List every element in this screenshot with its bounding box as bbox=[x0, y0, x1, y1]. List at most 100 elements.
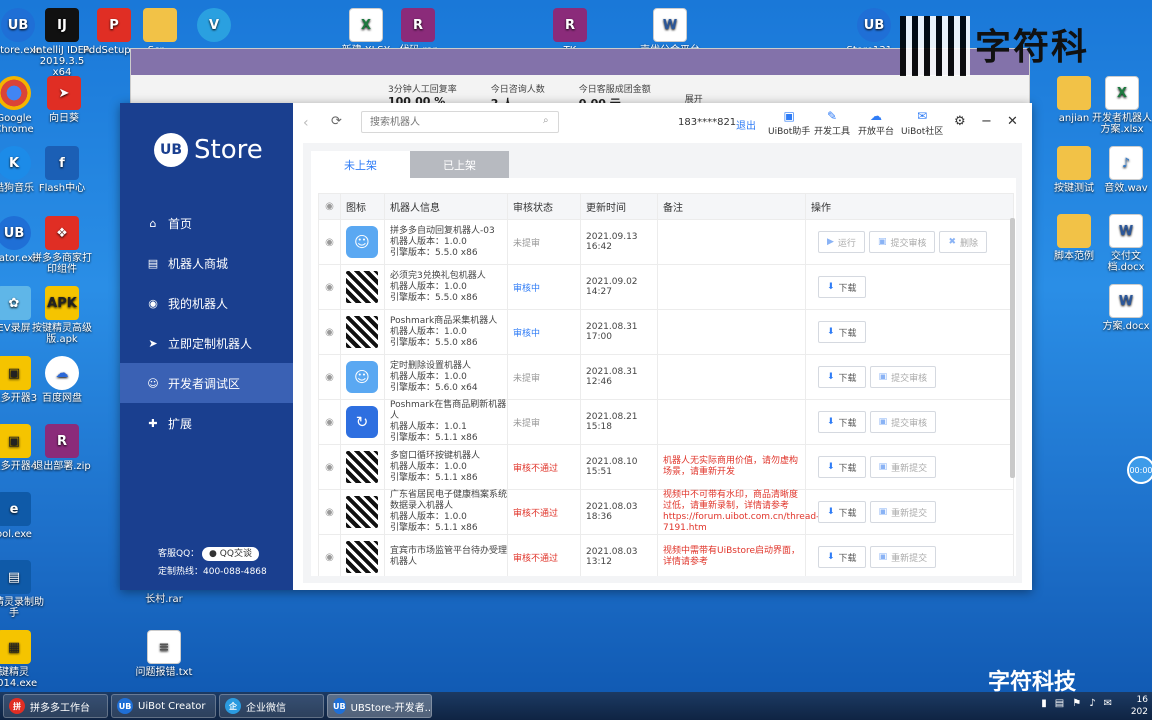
desktop-icon-tool[interactable]: eool.exe bbox=[0, 492, 46, 540]
desktop-icon-plan-doc[interactable]: W 方案.docx bbox=[1094, 284, 1152, 332]
desktop-icon-changcun[interactable]: 长村.rar bbox=[132, 594, 196, 605]
desktop-icon-sunflower[interactable]: ➤ 向日葵 bbox=[32, 76, 96, 124]
robot-info: 必须完3兑换礼包机器人 机器人版本：1.0.0 引擎版本：5.5.0 x86 bbox=[390, 271, 507, 304]
resubmit-button[interactable]: ▣ 重新提交 bbox=[869, 456, 937, 478]
folder-icon bbox=[1057, 146, 1091, 180]
uibot-assistant-button[interactable]: ▣ UiBot助手 bbox=[768, 109, 810, 137]
header-time: 更新时间 bbox=[580, 193, 658, 220]
tab-unlisted[interactable]: 未上架 bbox=[311, 151, 410, 178]
download-button[interactable]: ⬇ 下载 bbox=[818, 366, 866, 388]
robot-name: 广东省居民电子健康档案系统数据录入机器人 bbox=[390, 490, 508, 511]
desktop-icon-pdd-print[interactable]: ❖ 拼多多商家打印组件 bbox=[30, 216, 94, 275]
desktop-icon-anjian2014[interactable]: ▦键精灵2014.exe bbox=[0, 630, 46, 689]
dev-tools-button[interactable]: ✎ 开发工具 bbox=[814, 109, 850, 137]
sidebar-item-developer[interactable]: ☺ 开发者调试区 bbox=[120, 363, 293, 403]
refresh-icon[interactable]: ⟳ bbox=[331, 114, 342, 129]
hotline: 定制热线：400-088-4868 bbox=[158, 567, 267, 577]
desktop-icon-dev-plan[interactable]: X 开发者机器人方案.xlsx bbox=[1090, 76, 1152, 135]
desktop-icon-v[interactable]: V bbox=[182, 8, 246, 45]
task-pdd-workbench[interactable]: 拼拼多多工作台 bbox=[3, 694, 108, 718]
task-wecom[interactable]: 企企业微信 bbox=[219, 694, 324, 718]
engine-version: 引擎版本：5.5.0 x86 bbox=[390, 292, 478, 303]
desktop-icon-zip[interactable]: R 退出部署.zip bbox=[30, 424, 94, 472]
download-icon: ⬇ bbox=[827, 507, 835, 517]
eye-icon[interactable]: ◉ bbox=[318, 489, 341, 535]
eye-icon[interactable]: ◉ bbox=[318, 354, 341, 400]
folder-icon bbox=[1057, 214, 1091, 248]
tray-chat-icon[interactable]: ✉ bbox=[1104, 698, 1112, 709]
sidebar-item-custom-robot[interactable]: ➤ 立即定制机器人 bbox=[120, 323, 293, 363]
resubmit-button[interactable]: ▣ 重新提交 bbox=[869, 546, 937, 568]
download-button[interactable]: ⬇ 下载 bbox=[818, 321, 866, 343]
desktop-icon-txt[interactable]: ≡ 问题报错.txt bbox=[132, 630, 196, 678]
robot-icon: ◉ bbox=[148, 296, 158, 310]
desktop-icon-wav[interactable]: ♪ 音效.wav bbox=[1094, 146, 1152, 194]
eye-icon[interactable]: ◉ bbox=[318, 444, 341, 490]
eye-icon[interactable]: ◉ bbox=[318, 534, 341, 576]
multi-open-icon: ▣ bbox=[0, 424, 31, 458]
delete-button[interactable]: ✖ 删除 bbox=[939, 231, 988, 253]
pdd-icon: 拼 bbox=[9, 698, 25, 714]
eye-icon[interactable]: ◉ bbox=[318, 399, 341, 445]
open-platform-button[interactable]: ☁ 开放平台 bbox=[858, 109, 894, 137]
minimize-icon[interactable]: − bbox=[981, 114, 992, 129]
eye-icon[interactable]: ◉ bbox=[318, 309, 341, 355]
back-icon[interactable]: ‹ bbox=[303, 115, 309, 131]
close-icon[interactable]: ✕ bbox=[1007, 114, 1018, 129]
robot-info: Poshmark在售商品刷新机器人 机器人版本：1.0.1 引擎版本：5.1.1 x… bbox=[390, 400, 507, 444]
sidebar-item-robot-shop[interactable]: ▤ 机器人商城 bbox=[120, 243, 293, 283]
submit-review-button[interactable]: ▣ 提交审核 bbox=[868, 231, 936, 253]
engine-version: 引擎版本：5.6.0 x64 bbox=[390, 382, 478, 393]
download-button[interactable]: ⬇ 下载 bbox=[818, 276, 866, 298]
eye-icon[interactable]: ◉ bbox=[318, 219, 341, 265]
robot-info: 宜宾市市场监管平台待办受理机器人 bbox=[390, 546, 507, 568]
download-button[interactable]: ⬇ 下载 bbox=[818, 501, 866, 523]
eye-icon[interactable]: ◉ bbox=[318, 264, 341, 310]
task-ubstore[interactable]: UB UBStore-开发者... bbox=[327, 694, 432, 718]
desktop-icon-recorder[interactable]: ▤键精灵录制助手 bbox=[0, 560, 46, 619]
sidebar-item-extension[interactable]: ✚ 扩展 bbox=[120, 403, 293, 443]
robot-avatar-icon: ☺ bbox=[346, 226, 378, 258]
robot-qr-icon bbox=[346, 496, 378, 528]
robot-info: 多窗口循环按键机器人 机器人版本：1.0.0 引擎版本：5.1.1 x86 bbox=[390, 451, 507, 484]
tray-network-icon[interactable]: ▤ bbox=[1055, 698, 1064, 709]
puzzle-icon: ✚ bbox=[148, 416, 158, 430]
submit-review-button[interactable]: ▣ 提交审核 bbox=[869, 411, 937, 433]
search-icon[interactable]: ⌕ bbox=[543, 115, 549, 126]
search-input[interactable] bbox=[361, 111, 559, 133]
cloud-icon: ☁ bbox=[870, 109, 882, 123]
tray-volume-icon[interactable]: ♪ bbox=[1089, 698, 1095, 709]
logout-link[interactable]: 退出 bbox=[736, 117, 756, 132]
background-window-titlebar bbox=[131, 49, 1029, 75]
document-icon: W bbox=[653, 8, 687, 42]
tray-app-icon[interactable]: ▮ bbox=[1041, 698, 1047, 709]
sidebar-item-my-robots[interactable]: ◉ 我的机器人 bbox=[120, 283, 293, 323]
qq-chat-button[interactable]: ● QQ交谈 bbox=[202, 547, 259, 561]
desktop-icon-delivery-doc[interactable]: W 交付文档.docx bbox=[1094, 214, 1152, 273]
run-button[interactable]: ▶ 运行 bbox=[818, 231, 865, 253]
table-header: ◉ 图标 机器人信息 审核状态 更新时间 备注 操作 bbox=[318, 193, 1014, 220]
desktop-icon-baidu[interactable]: ☁ 百度网盘 bbox=[30, 356, 94, 404]
download-button[interactable]: ⬇ 下载 bbox=[818, 456, 866, 478]
ubstore-icon: UB bbox=[0, 216, 31, 250]
resubmit-button[interactable]: ▣ 重新提交 bbox=[869, 501, 937, 523]
download-button[interactable]: ⬇ 下载 bbox=[818, 411, 866, 433]
floating-timer-ball[interactable]: 00:00 bbox=[1127, 456, 1152, 484]
community-button[interactable]: ✉ UiBot社区 bbox=[901, 109, 943, 137]
sidebar-item-home[interactable]: ⌂ 首页 bbox=[120, 203, 293, 243]
remark-text: 机器人无实际商用价值，请勿虚构场景，请重新开发 bbox=[663, 456, 799, 477]
settings-icon[interactable]: ⚙ bbox=[954, 114, 966, 129]
tabs: 未上架 已上架 bbox=[311, 151, 509, 178]
desktop-icon-apk[interactable]: APK 按键精灵高级版.apk bbox=[30, 286, 94, 345]
download-button[interactable]: ⬇ 下载 bbox=[818, 546, 866, 568]
clock[interactable]: 16 202 bbox=[1131, 694, 1148, 718]
tab-listed[interactable]: 已上架 bbox=[410, 151, 509, 178]
task-uibot-creator[interactable]: UB UiBot Creator bbox=[111, 694, 216, 718]
submit-review-button[interactable]: ▣ 提交审核 bbox=[869, 366, 937, 388]
support-qq-label: 客服QQ： bbox=[158, 549, 200, 559]
desktop-icon-flash[interactable]: f Flash中心 bbox=[30, 146, 94, 194]
tray-flag-icon[interactable]: ⚑ bbox=[1072, 698, 1081, 709]
robot-info: 广东省居民电子健康档案系统数据录入机器人 机器人版本：1.0.0 引擎版本：5.1.… bbox=[390, 490, 507, 534]
table-scrollbar[interactable] bbox=[1010, 218, 1015, 478]
status-badge: 未提审 bbox=[513, 238, 541, 249]
